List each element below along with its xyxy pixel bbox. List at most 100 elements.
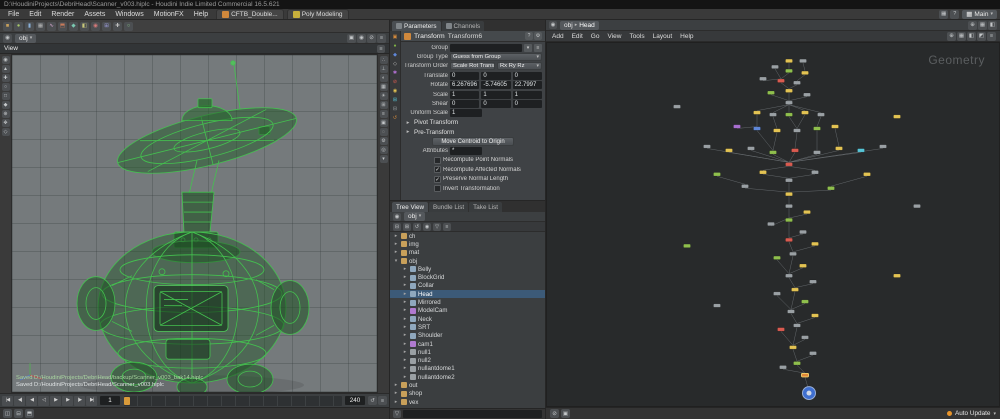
move-centroid-to-origin-button[interactable]: Move Centroid to Origin xyxy=(432,137,513,146)
network-canvas[interactable]: Geometry xyxy=(546,42,1000,407)
network-node[interactable] xyxy=(754,127,761,130)
network-node[interactable] xyxy=(894,274,901,277)
network-node[interactable] xyxy=(800,59,807,62)
tree-filter-icon[interactable]: ▽ xyxy=(433,223,441,231)
tab-parameters[interactable]: Parameters xyxy=(392,21,441,31)
network-node[interactable] xyxy=(790,346,797,349)
collapse-arrow-icon[interactable]: ▸ xyxy=(402,308,408,313)
play-reverse-button[interactable]: ◁ xyxy=(38,396,49,406)
view-memory-icon[interactable]: ▾ xyxy=(380,155,388,163)
grid-tool-icon[interactable]: ▦ xyxy=(36,22,45,31)
network-node[interactable] xyxy=(792,149,799,152)
network-node[interactable] xyxy=(914,204,921,207)
network-node[interactable] xyxy=(814,127,821,130)
net-colors-icon[interactable]: ◩ xyxy=(977,32,986,41)
preserve-normal-length-checkbox[interactable]: ✓ xyxy=(434,176,441,183)
param-gear-icon[interactable]: ⚙ xyxy=(534,32,542,40)
collapse-arrow-icon[interactable]: ▸ xyxy=(402,317,408,322)
tree-item-ch[interactable]: ▸ch xyxy=(390,232,545,240)
pin-icon[interactable]: ◉ xyxy=(3,34,12,43)
collapse-arrow-icon[interactable]: ▸ xyxy=(402,267,408,272)
knife-tool-icon[interactable]: ✚ xyxy=(113,22,122,31)
translate-field-0[interactable]: 0 xyxy=(450,72,479,80)
network-node[interactable] xyxy=(794,324,801,327)
network-node[interactable] xyxy=(812,314,819,317)
network-node[interactable] xyxy=(778,328,785,331)
tree-item-vex[interactable]: ▸vex xyxy=(390,398,545,406)
tree-item-neck[interactable]: ▸Neck xyxy=(390,315,545,323)
tree-filter-input[interactable] xyxy=(403,410,542,418)
tree-item-out[interactable]: ▸out xyxy=(390,381,545,389)
collapse-arrow-icon[interactable]: ▸ xyxy=(393,242,399,247)
menu-file[interactable]: File xyxy=(3,11,24,18)
tree-item-null1[interactable]: ▸null1 xyxy=(390,348,545,356)
end-frame-field[interactable]: 240 xyxy=(345,396,365,405)
tree-item-cam1[interactable]: ▸cam1 xyxy=(390,340,545,348)
tree-item-mirrored[interactable]: ▸Mirrored xyxy=(390,298,545,306)
network-node[interactable] xyxy=(864,173,871,176)
expanded-arrow-icon[interactable]: ▾ xyxy=(393,259,399,264)
network-node[interactable] xyxy=(802,71,809,74)
network-node[interactable] xyxy=(800,264,807,267)
network-node[interactable] xyxy=(814,151,821,154)
net-overview-icon[interactable]: ◧ xyxy=(967,32,976,41)
network-node[interactable] xyxy=(768,222,775,225)
keyframe-icon[interactable]: ◇ xyxy=(391,60,399,68)
network-node[interactable] xyxy=(780,365,787,368)
translate-field-1[interactable]: 0 xyxy=(481,72,510,80)
net-menu-go[interactable]: Go xyxy=(587,33,604,40)
scale-field-2[interactable]: 1 xyxy=(513,91,542,99)
subdivide-tool-icon[interactable]: ⊞ xyxy=(102,22,111,31)
network-node[interactable] xyxy=(734,125,741,128)
net-overview-icon[interactable]: ◧ xyxy=(988,21,997,30)
viewport-canvas[interactable]: Saved D:/HoudiniProjects/DebriHead/backu… xyxy=(11,54,378,393)
network-node[interactable] xyxy=(788,310,795,313)
tree-item-shoulder[interactable]: ▸Shoulder xyxy=(390,332,545,340)
lock-camera-icon[interactable]: ⊘ xyxy=(367,34,376,43)
network-node[interactable] xyxy=(794,129,801,132)
network-node[interactable] xyxy=(770,151,777,154)
network-node[interactable] xyxy=(714,304,721,307)
recompute-point-normals-checkbox[interactable] xyxy=(434,157,441,164)
invert-transformation-checkbox[interactable] xyxy=(434,185,441,192)
transform-order-menu-1[interactable]: Rx Ry Rz▾ xyxy=(497,62,542,70)
menu-edit[interactable]: Edit xyxy=(24,11,46,18)
scale-field-1[interactable]: 1 xyxy=(481,91,510,99)
network-node[interactable] xyxy=(774,129,781,132)
network-node[interactable] xyxy=(704,145,711,148)
viewport-menu-icon[interactable]: ≡ xyxy=(377,34,386,43)
net-snap-icon[interactable]: ⊕ xyxy=(947,32,956,41)
network-node[interactable] xyxy=(742,184,749,187)
collapse-arrow-icon[interactable]: ▸ xyxy=(402,300,408,305)
channels-icon[interactable]: ◆ xyxy=(391,51,399,59)
shear-field-2[interactable]: 0 xyxy=(513,100,542,108)
network-node[interactable] xyxy=(858,149,865,152)
net-message-icon[interactable]: ▣ xyxy=(561,409,570,418)
pane-maximize-icon[interactable]: ⬒ xyxy=(25,409,34,418)
prev-key-button[interactable]: ◀| xyxy=(14,396,25,406)
tree-item-shop[interactable]: ▸shop xyxy=(390,390,545,398)
jump-end-button[interactable]: ▶| xyxy=(86,396,97,406)
network-node[interactable] xyxy=(880,145,887,148)
network-node[interactable] xyxy=(786,163,793,166)
network-node[interactable] xyxy=(832,125,839,128)
network-node[interactable] xyxy=(802,336,809,339)
network-node[interactable] xyxy=(810,352,817,355)
display-options-icon[interactable]: ⚙ xyxy=(380,137,388,145)
network-node[interactable] xyxy=(786,274,793,277)
network-node[interactable] xyxy=(774,256,781,259)
timeline-slider[interactable] xyxy=(123,396,342,406)
polyextrude-tool-icon[interactable]: ⬒ xyxy=(58,22,67,31)
template-icon[interactable]: ▣ xyxy=(380,119,388,127)
help-icon[interactable]: ? xyxy=(950,10,959,19)
revert-params-icon[interactable]: ↺ xyxy=(391,114,399,122)
network-node[interactable] xyxy=(768,91,775,94)
rotate-tool-icon[interactable]: ○ xyxy=(2,83,10,91)
camera-select-icon[interactable]: ◉ xyxy=(357,34,366,43)
menu-render[interactable]: Render xyxy=(46,11,79,18)
shear-field-1[interactable]: 0 xyxy=(481,100,510,108)
collapse-arrow-icon[interactable]: ▸ xyxy=(402,325,408,330)
tree-item-nullantdome1[interactable]: ▸nullantdome1 xyxy=(390,365,545,373)
play-button[interactable]: ▶ xyxy=(50,396,61,406)
network-node[interactable] xyxy=(760,171,767,174)
